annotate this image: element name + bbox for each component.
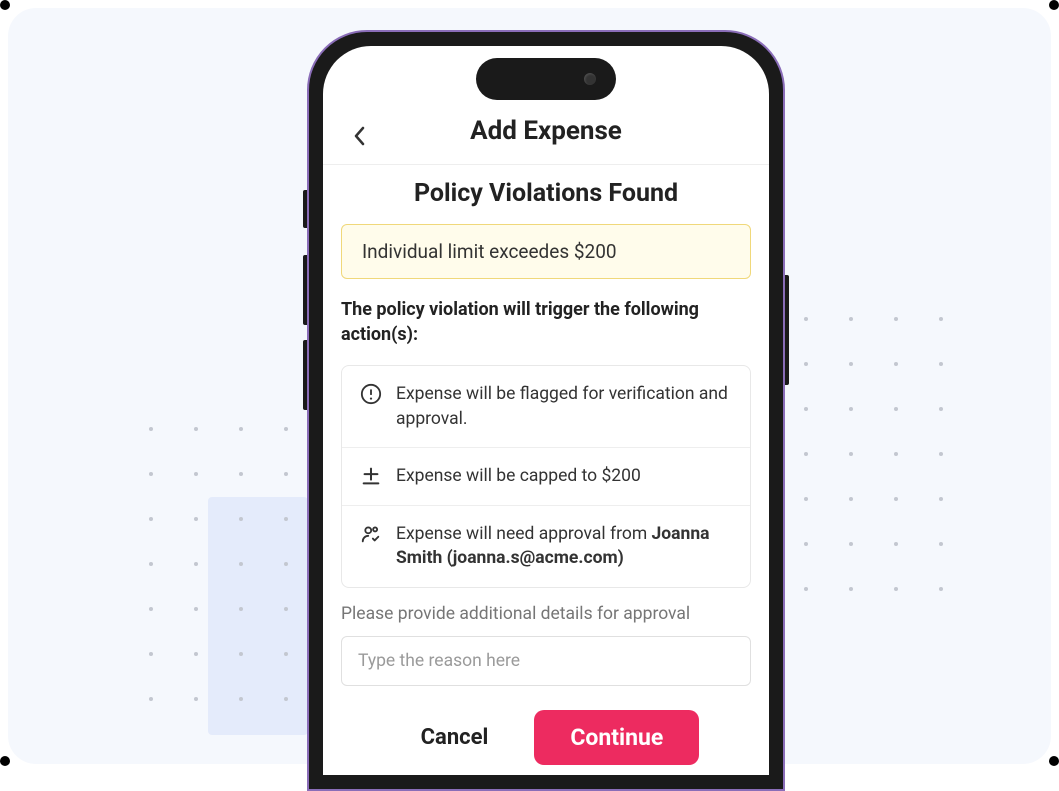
action-row-cap: Expense will be capped to $200 xyxy=(342,448,750,506)
phone-screen: Add Expense Policy Violations Found Indi… xyxy=(323,46,769,775)
decorative-dot-grid xyxy=(149,427,288,701)
trigger-actions-label: The policy violation will trigger the fo… xyxy=(341,297,751,347)
violation-banner: Individual limit exceedes $200 xyxy=(341,224,751,279)
app-header: Add Expense xyxy=(323,46,769,165)
action-row-flag: Expense will be flagged for verification… xyxy=(342,366,750,448)
action-text: Expense will be flagged for verification… xyxy=(396,382,732,431)
alert-circle-icon xyxy=(360,383,382,405)
corner-dot xyxy=(0,756,10,766)
corner-dot xyxy=(1049,756,1059,766)
details-prompt: Please provide additional details for ap… xyxy=(341,604,751,624)
action-text: Expense will be capped to $200 xyxy=(396,464,641,489)
continue-button[interactable]: Continue xyxy=(534,710,699,765)
phone-frame: Add Expense Policy Violations Found Indi… xyxy=(307,30,785,791)
main-content: Policy Violations Found Individual limit… xyxy=(323,165,769,686)
people-approve-icon xyxy=(360,523,382,545)
corner-dot xyxy=(1049,0,1059,10)
phone-power-button xyxy=(785,275,789,385)
back-button[interactable] xyxy=(345,122,373,150)
corner-dot xyxy=(0,0,10,10)
chevron-left-icon xyxy=(352,126,366,146)
actions-card: Expense will be flagged for verification… xyxy=(341,365,751,588)
phone-mockup: Add Expense Policy Violations Found Indi… xyxy=(307,30,785,791)
action-row-approval: Expense will need approval from Joanna S… xyxy=(342,506,750,587)
violations-title: Policy Violations Found xyxy=(341,179,751,208)
decorative-dot-grid xyxy=(804,317,943,591)
button-row: Cancel Continue xyxy=(323,686,769,775)
reason-input[interactable] xyxy=(341,636,751,686)
cancel-button[interactable]: Cancel xyxy=(393,711,517,764)
page-title: Add Expense xyxy=(470,116,622,146)
cap-icon xyxy=(360,465,382,487)
action-text: Expense will need approval from Joanna S… xyxy=(396,522,732,571)
